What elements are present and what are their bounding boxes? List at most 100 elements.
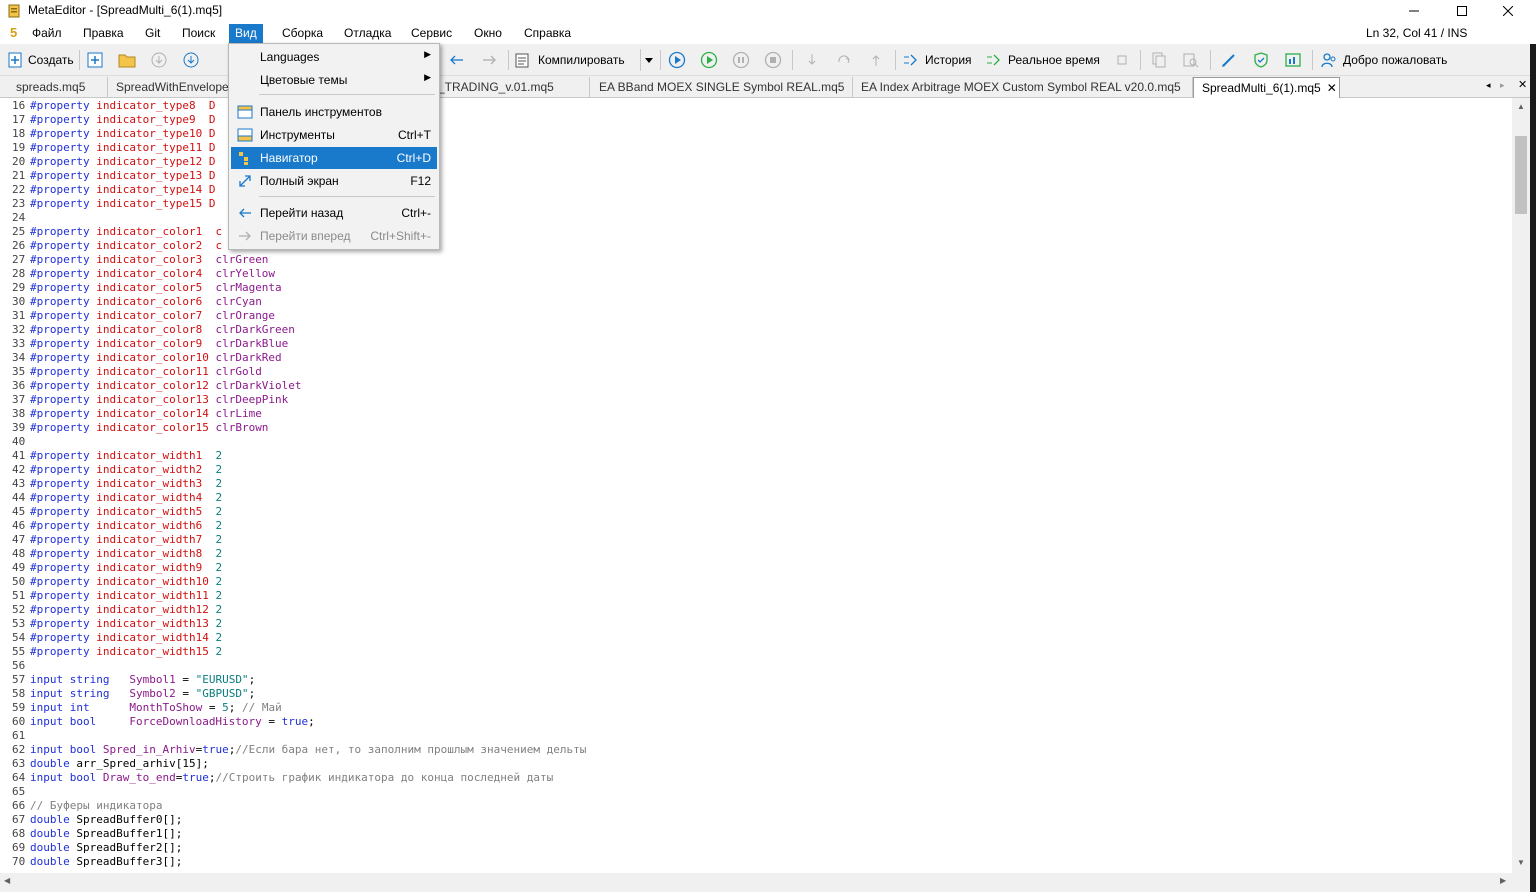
code-line[interactable]: 16 #property indicator_type8 D [0,99,215,113]
code-line[interactable]: 63 double arr_Spred_arhiv[15]; [0,757,209,771]
maximize-button[interactable] [1439,0,1485,22]
save-button[interactable] [182,49,200,71]
menu-search[interactable]: Поиск [176,24,221,43]
metrics-button[interactable] [1284,49,1302,71]
code-line[interactable]: 53 #property indicator_width13 2 [0,617,222,631]
tab-ea-index-arbitrage[interactable]: EA Index Arbitrage MOEX Custom Symbol RE… [853,77,1193,98]
download-button[interactable] [150,49,168,71]
code-line[interactable]: 70 double SpreadBuffer3[]; [0,855,182,869]
step-out-button[interactable] [867,49,885,71]
code-line[interactable]: 19 #property indicator_type11 D [0,141,215,155]
forward-button[interactable] [480,49,498,71]
vertical-scrollbar[interactable]: ▲ ▼ [1512,98,1530,873]
menu-git[interactable]: Git [139,24,166,43]
code-line[interactable]: 52 #property indicator_width12 2 [0,603,222,617]
back-button[interactable] [448,49,466,71]
tab-spreads[interactable]: spreads.mq5 [8,77,108,98]
code-line[interactable]: 58 input string Symbol2 = "GBPUSD"; [0,687,255,701]
styler-button[interactable] [1220,49,1238,71]
code-editor[interactable]: 16 #property indicator_type8 D 17 #property… [0,98,1512,873]
compile-dropdown[interactable] [640,49,654,71]
code-line[interactable]: 48 #property indicator_width8 2 [0,547,222,561]
tabs-close-icon[interactable]: ✕ [1518,78,1527,91]
scroll-thumb[interactable] [1515,136,1527,214]
new-project-button[interactable] [86,49,104,71]
close-button[interactable] [1485,0,1531,22]
menu-window[interactable]: Окно [468,24,508,43]
copy-button[interactable] [1150,49,1168,71]
menu-item-color-themes[interactable]: Цветовые темы ▶ [231,69,437,91]
security-button[interactable] [1252,49,1270,71]
code-line[interactable]: 31 #property indicator_color7 clrOrange [0,309,275,323]
stop-button[interactable] [764,49,782,71]
tab-close-icon[interactable]: ✕ [1327,81,1337,95]
menu-view[interactable]: Вид [229,24,263,43]
code-line[interactable]: 50 #property indicator_width10 2 [0,575,222,589]
code-line[interactable]: 24 [0,211,30,225]
code-line[interactable]: 18 #property indicator_type10 D [0,127,215,141]
compile-button[interactable]: Компилировать [514,49,625,71]
welcome-button[interactable]: Добро пожаловать [1320,49,1447,71]
code-line[interactable]: 60 input bool ForceDownloadHistory = true… [0,715,315,729]
code-line[interactable]: 23 #property indicator_type15 D [0,197,215,211]
code-line[interactable]: 36 #property indicator_color12 clrDarkVio… [0,379,302,393]
scroll-right-icon[interactable]: ▶ [1500,876,1506,885]
code-line[interactable]: 46 #property indicator_width6 2 [0,519,222,533]
menu-edit[interactable]: Правка [77,24,130,43]
minimize-button[interactable] [1391,0,1437,22]
tab-spreadmulti[interactable]: SpreadMulti_6(1).mq5 ✕ [1193,77,1340,98]
code-line[interactable]: 47 #property indicator_width7 2 [0,533,222,547]
code-line[interactable]: 40 [0,435,30,449]
menu-help[interactable]: Справка [518,24,577,43]
code-line[interactable]: 17 #property indicator_type9 D [0,113,215,127]
history-button[interactable]: История [902,49,972,71]
menu-file[interactable]: Файл [26,24,68,43]
menu-item-languages[interactable]: Languages ▶ [231,46,437,68]
pause-button[interactable] [732,49,750,71]
menu-debug[interactable]: Отладка [338,24,397,43]
horizontal-scrollbar[interactable]: ◀ ▶ [0,873,1512,890]
find-button[interactable] [1182,49,1200,71]
tabs-scroll-right-icon[interactable]: ▸ [1500,80,1505,91]
open-button[interactable] [118,49,136,71]
code-line[interactable]: 37 #property indicator_color13 clrDeepPin… [0,393,288,407]
code-line[interactable]: 64 input bool Draw_to_end=true;//Строить … [0,771,553,785]
code-line[interactable]: 25 #property indicator_color1 c [0,225,222,239]
code-line[interactable]: 69 double SpreadBuffer2[]; [0,841,182,855]
code-line[interactable]: 27 #property indicator_color3 clrGreen [0,253,268,267]
code-line[interactable]: 22 #property indicator_type14 D [0,183,215,197]
code-line[interactable]: 62 input bool Spred_in_Arhiv=true;//Если … [0,743,586,757]
step-into-button[interactable] [803,49,821,71]
code-line[interactable]: 26 #property indicator_color2 c [0,239,222,253]
step-over-button[interactable] [835,49,853,71]
menu-service[interactable]: Сервис [405,24,458,43]
code-line[interactable]: 42 #property indicator_width2 2 [0,463,222,477]
code-line[interactable]: 66 // Буферы индикатора [0,799,162,813]
menu-item-toolbar[interactable]: Панель инструментов [231,101,437,123]
code-line[interactable]: 68 double SpreadBuffer1[]; [0,827,182,841]
code-line[interactable]: 59 input int MonthToShow = 5; // Май [0,701,282,715]
menu-item-go-forward[interactable]: Перейти вперед Ctrl+Shift+- [231,225,437,247]
menu-build[interactable]: Сборка [276,24,329,43]
code-line[interactable]: 29 #property indicator_color5 clrMagenta [0,281,282,295]
tabs-scroll-left-icon[interactable]: ◂ [1486,80,1491,91]
code-line[interactable]: 67 double SpreadBuffer0[]; [0,813,182,827]
scroll-down-icon[interactable]: ▼ [1516,858,1526,867]
code-line[interactable]: 35 #property indicator_color11 clrGold [0,365,262,379]
debug-start-button[interactable] [668,49,686,71]
code-line[interactable]: 20 #property indicator_type12 D [0,155,215,169]
code-line[interactable]: 65 [0,785,30,799]
code-line[interactable]: 57 input string Symbol1 = "EURUSD"; [0,673,255,687]
code-line[interactable]: 56 [0,659,30,673]
stop-history-button[interactable] [1113,49,1131,71]
code-line[interactable]: 34 #property indicator_color10 clrDarkRed [0,351,282,365]
code-line[interactable]: 21 #property indicator_type13 D [0,169,215,183]
code-line[interactable]: 33 #property indicator_color9 clrDarkBlue [0,337,288,351]
run-button[interactable] [700,49,718,71]
code-line[interactable]: 44 #property indicator_width4 2 [0,491,222,505]
create-button[interactable]: Создать [6,49,74,71]
code-line[interactable]: 39 #property indicator_color15 clrBrown [0,421,268,435]
scroll-up-icon[interactable]: ▲ [1516,102,1526,111]
menu-item-fullscreen[interactable]: Полный экран F12 [231,170,437,192]
realtime-button[interactable]: Реальное время [985,49,1100,71]
